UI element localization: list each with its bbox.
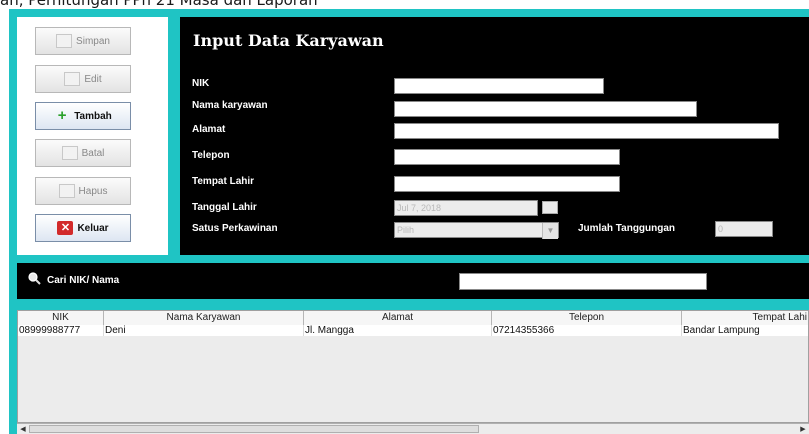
tempat-lahir-field[interactable]	[394, 176, 620, 192]
tempat-lahir-label: Tempat Lahir	[192, 176, 255, 187]
scroll-right-icon[interactable]: ▶	[798, 424, 808, 434]
form-title: Input Data Karyawan	[193, 31, 384, 50]
tanggungan-label: Jumlah Tanggungan	[578, 223, 676, 234]
search-bar: Cari NIK/ Nama	[17, 263, 809, 299]
save-icon	[56, 34, 73, 48]
cell-tempat-lahir: Bandar Lampung	[682, 325, 808, 336]
column-header-telepon[interactable]: Telepon	[492, 311, 682, 325]
telepon-label: Telepon	[192, 150, 230, 161]
table-header: NIK Nama Karyawan Alamat Telepon Tempat …	[18, 311, 808, 326]
cell-nama: Deni	[104, 325, 304, 336]
nik-field[interactable]	[394, 78, 604, 94]
column-header-nik[interactable]: NIK	[18, 311, 104, 325]
tambah-label: Tambah	[74, 110, 112, 122]
hapus-label: Hapus	[78, 185, 108, 197]
telepon-field[interactable]	[394, 149, 620, 165]
status-label: Satus Perkawinan	[192, 223, 278, 234]
table-row[interactable]: 08999988777 Deni Jl. Mangga 07214355366 …	[18, 325, 808, 336]
horizontal-scrollbar[interactable]: ◀ ▶	[17, 423, 809, 434]
edit-button[interactable]: Edit	[35, 65, 131, 93]
employee-form: Input Data Karyawan NIK Nama karyawan Al…	[180, 17, 809, 255]
nama-label: Nama karyawan	[192, 100, 268, 111]
column-header-alamat[interactable]: Alamat	[304, 311, 492, 325]
keluar-label: Keluar	[77, 222, 109, 234]
cell-alamat: Jl. Mangga	[304, 325, 492, 336]
column-header-tempat-lahir[interactable]: Tempat Lahi	[682, 311, 808, 325]
plus-icon: +	[57, 107, 67, 124]
tambah-button[interactable]: + Tambah	[35, 102, 131, 130]
document-icon	[64, 72, 81, 86]
cell-nik: 08999988777	[18, 325, 104, 336]
batal-button[interactable]: Batal	[35, 139, 131, 167]
status-value: Pilih	[397, 225, 415, 235]
simpan-label: Simpan	[76, 35, 110, 47]
edit-label: Edit	[84, 73, 102, 85]
alamat-label: Alamat	[192, 124, 226, 135]
search-label: Cari NIK/ Nama	[47, 275, 120, 286]
close-icon: ✕	[57, 221, 74, 235]
tanggal-lahir-field[interactable]: Jul 7, 2018	[394, 200, 538, 216]
simpan-button[interactable]: Simpan	[35, 27, 131, 55]
batal-label: Batal	[81, 147, 105, 159]
keluar-button[interactable]: ✕ Keluar	[35, 214, 131, 242]
chevron-down-icon: ▼	[542, 223, 558, 239]
tanggal-lahir-label: Tanggal Lahir	[192, 202, 257, 213]
calendar-icon[interactable]	[542, 201, 558, 214]
window-caption: an, Perhitungan PPh 21 Masa dan Laporan	[0, 0, 318, 9]
employee-table: NIK Nama Karyawan Alamat Telepon Tempat …	[17, 310, 809, 423]
cell-telepon: 07214355366	[492, 325, 682, 336]
column-header-nama[interactable]: Nama Karyawan	[104, 311, 304, 325]
nama-field[interactable]	[394, 101, 697, 117]
action-panel: Simpan Edit + Tambah Batal Hapus ✕ Kelua…	[17, 17, 168, 255]
search-input[interactable]	[459, 273, 707, 290]
tanggungan-field[interactable]: 0	[715, 221, 773, 237]
status-select[interactable]: Pilih ▼	[394, 222, 559, 239]
delete-icon	[58, 184, 75, 198]
hapus-button[interactable]: Hapus	[35, 177, 131, 205]
alamat-field[interactable]	[394, 123, 779, 139]
scroll-thumb[interactable]	[29, 425, 479, 433]
search-icon	[28, 272, 41, 285]
scroll-left-icon[interactable]: ◀	[18, 424, 28, 434]
nik-label: NIK	[192, 78, 210, 89]
cancel-icon	[61, 146, 78, 160]
